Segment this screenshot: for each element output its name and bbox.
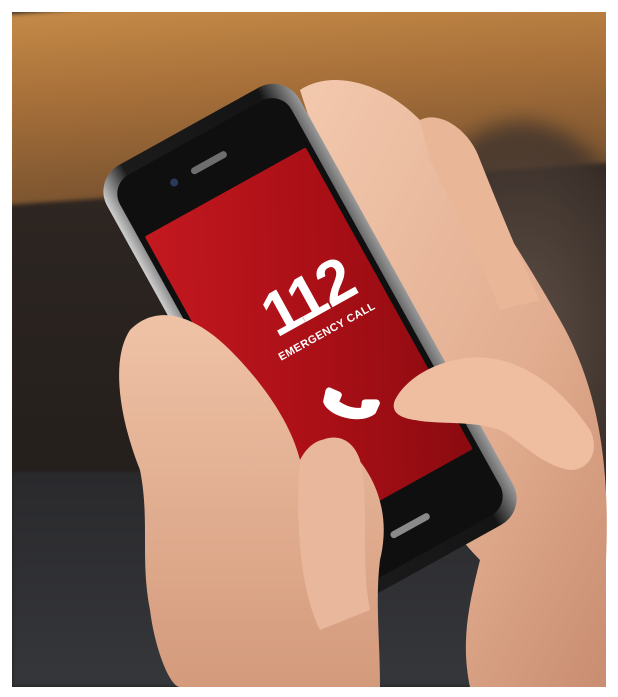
phone-handset-icon[interactable]: [318, 376, 382, 424]
photo: 112 EMERGENCY CALL: [0, 0, 618, 697]
